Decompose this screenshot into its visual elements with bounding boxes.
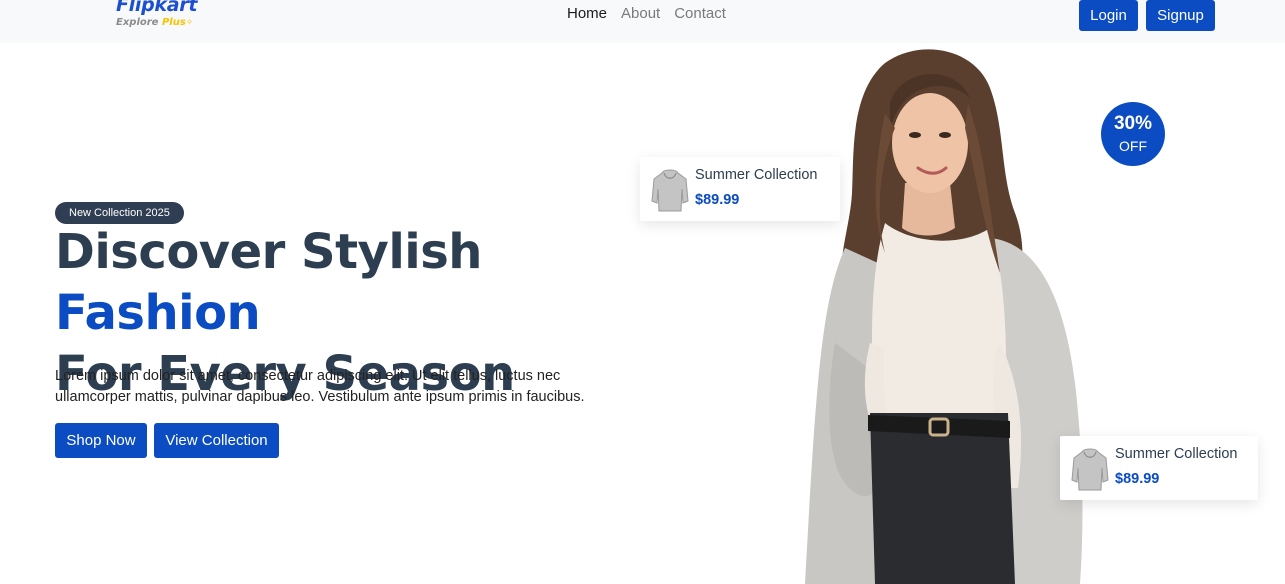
- signup-button[interactable]: Signup: [1146, 0, 1215, 31]
- hoodie-icon: [651, 169, 689, 212]
- discount-badge: 30% OFF: [1101, 102, 1165, 166]
- product-card-title: Summer Collection: [695, 167, 818, 183]
- nav-link-about[interactable]: About: [621, 5, 660, 23]
- product-card[interactable]: Summer Collection $89.99: [640, 157, 840, 221]
- discount-label: OFF: [1119, 138, 1147, 154]
- product-card-price: $89.99: [695, 192, 740, 208]
- product-card-price: $89.99: [1115, 471, 1160, 487]
- fashion-model-image: [805, 49, 1083, 584]
- brand-tagline: Explore Plus✧: [116, 17, 197, 29]
- brand-logo[interactable]: Flipkart Explore Plus✧: [116, 0, 197, 29]
- hero-title-part1: Discover Stylish: [55, 224, 482, 280]
- plus-icon: ✧: [185, 18, 194, 28]
- login-button[interactable]: Login: [1079, 0, 1138, 31]
- shop-now-button[interactable]: Shop Now: [55, 423, 147, 458]
- hoodie-icon: [1071, 448, 1109, 491]
- hero-description: Lorem ipsum dolor sit amet, consectetur …: [55, 368, 585, 405]
- discount-percent: 30%: [1113, 113, 1153, 134]
- product-card[interactable]: Summer Collection $89.99: [1060, 436, 1258, 500]
- nav-link-contact[interactable]: Contact: [674, 5, 726, 23]
- new-collection-badge: New Collection 2025: [55, 202, 184, 224]
- main-nav: Home About Contact: [567, 5, 726, 23]
- brand-sub-text: Explore: [116, 17, 159, 28]
- navbar: Flipkart Explore Plus✧ Home About Contac…: [0, 0, 1285, 43]
- hero-title-accent: Fashion: [55, 285, 261, 341]
- nav-link-home[interactable]: Home: [567, 5, 607, 23]
- brand-sub-plus: Plus: [161, 17, 186, 28]
- view-collection-button[interactable]: View Collection: [154, 423, 279, 458]
- product-card-title: Summer Collection: [1115, 446, 1238, 462]
- brand-name: Flipkart: [116, 0, 198, 16]
